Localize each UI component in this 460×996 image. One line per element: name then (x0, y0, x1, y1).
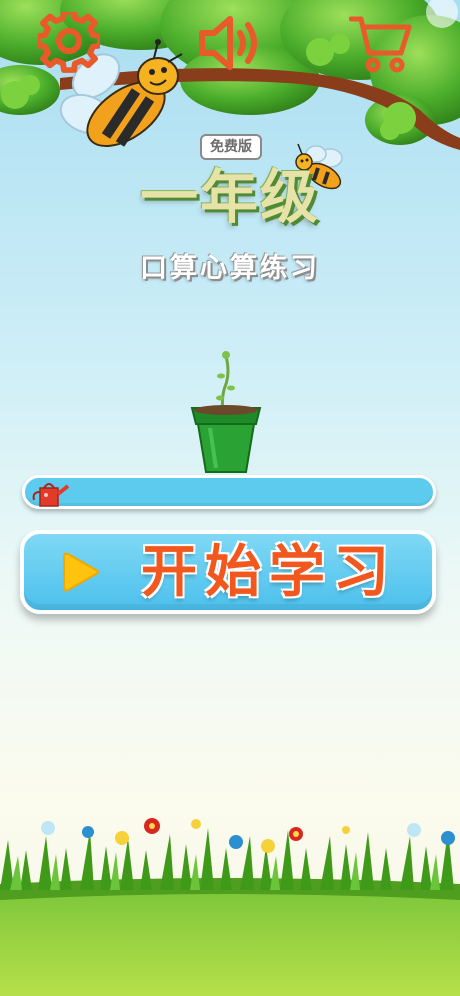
start-learning-button[interactable]: 开始学习 (20, 530, 436, 614)
sound-button[interactable] (198, 10, 264, 76)
watering-can-icon (32, 483, 70, 507)
app-title: 一年级 (139, 163, 320, 231)
gear-icon (38, 12, 100, 73)
cart-button[interactable] (348, 10, 414, 76)
shopping-cart-icon (349, 16, 412, 73)
growth-progress-bar (22, 475, 436, 509)
grass-meadow (0, 818, 460, 996)
plant-pot-illustration (190, 351, 262, 473)
start-learning-label: 开始学习 (141, 540, 397, 605)
play-icon (63, 552, 99, 592)
settings-button[interactable] (36, 10, 102, 76)
speaker-icon (199, 16, 257, 70)
app-subtitle: 口算心算练习 (140, 253, 320, 284)
